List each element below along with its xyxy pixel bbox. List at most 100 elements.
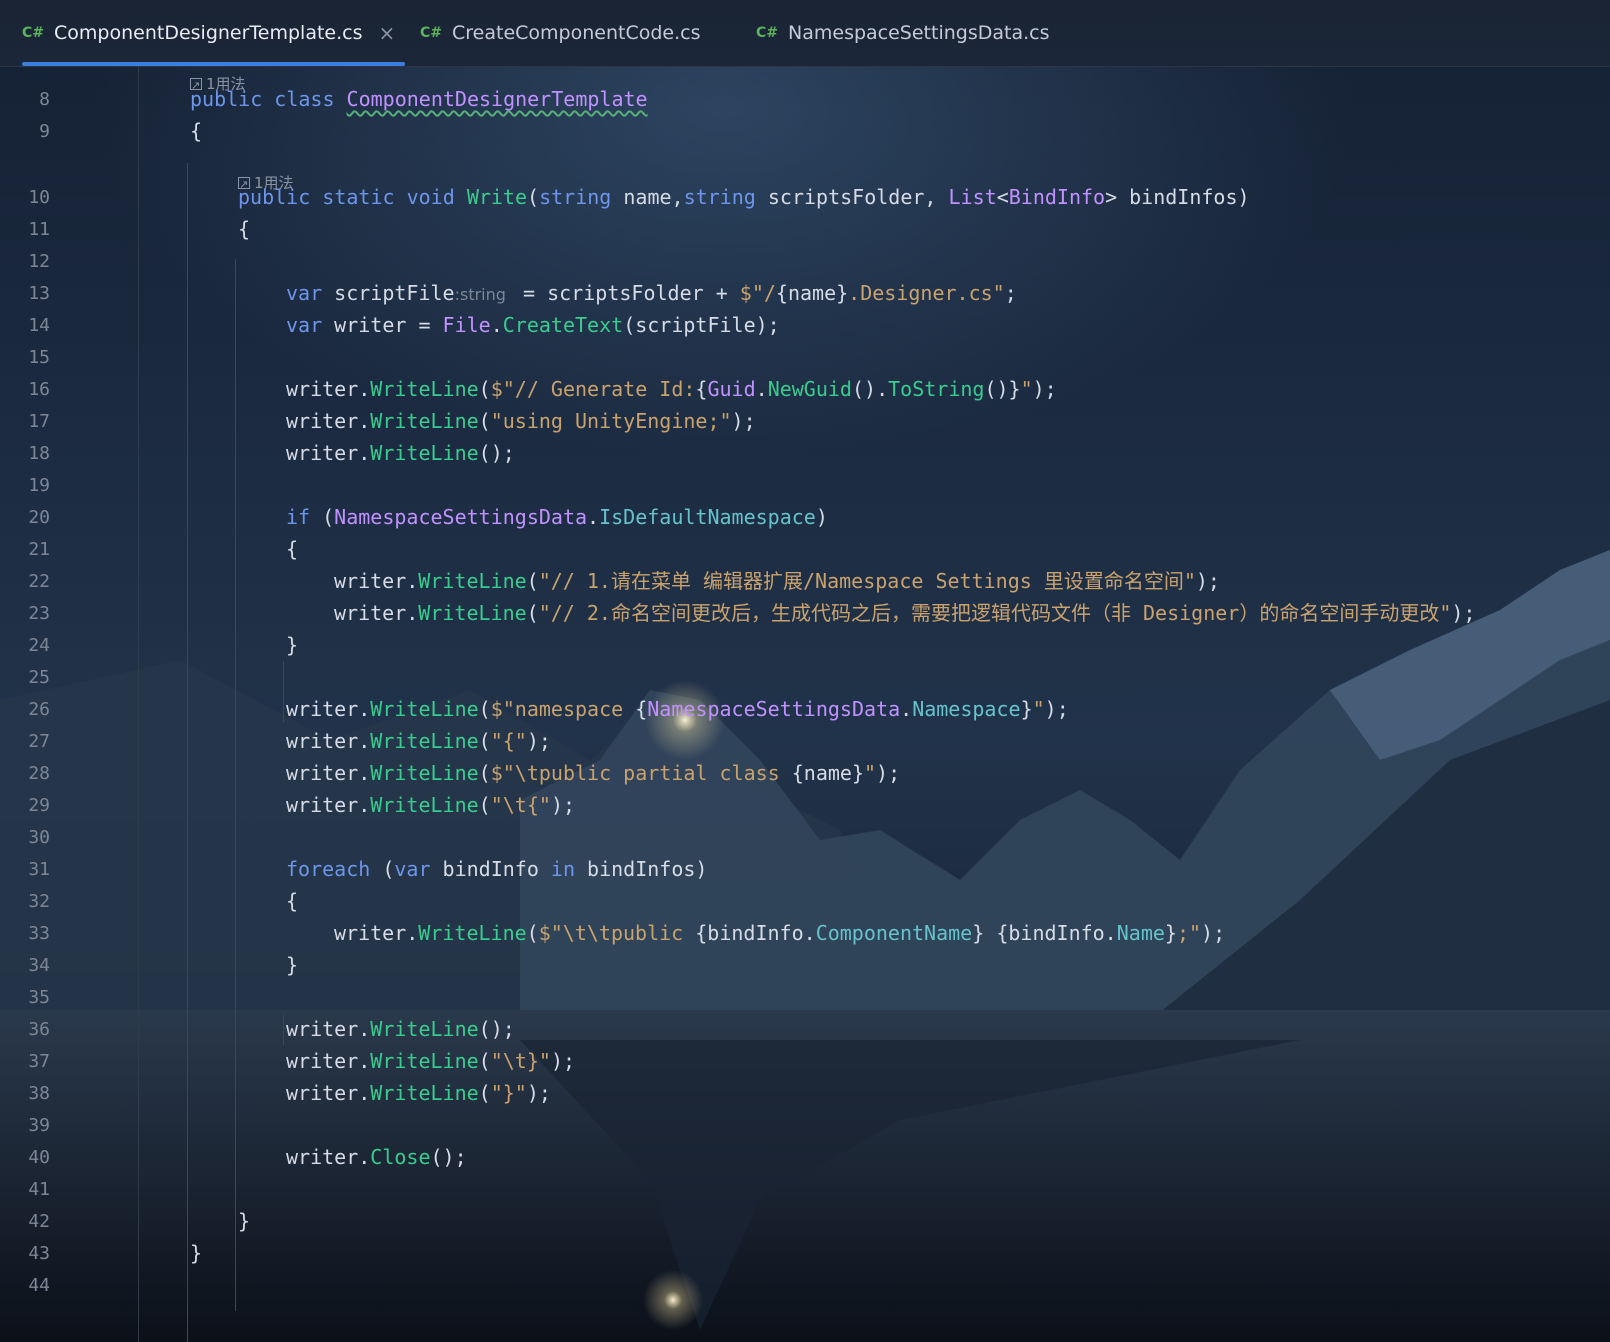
code-token: string	[683, 185, 768, 209]
code-token: (	[382, 857, 395, 881]
code-line[interactable]: }	[286, 629, 298, 662]
code-token: if	[286, 505, 323, 529]
line-number: 10	[28, 187, 50, 208]
code-token: );	[1201, 921, 1226, 945]
tab-label: CreateComponentCode.cs	[452, 22, 701, 44]
code-token: CreateText	[502, 313, 624, 337]
code-token: (	[478, 1081, 491, 1105]
code-token: $"// Generate Id:	[490, 377, 696, 401]
code-line[interactable]: writer.WriteLine("// 2.命名空间更改后，生成代码之后，需要…	[334, 597, 1475, 630]
code-token: string	[539, 185, 624, 209]
code-line[interactable]: {	[286, 533, 298, 566]
tab-component-designer-template[interactable]: C# ComponentDesignerTemplate.cs ×	[22, 0, 406, 66]
code-line[interactable]: }	[190, 1237, 202, 1270]
code-token: "\t{"	[490, 793, 551, 817]
code-token: (	[478, 409, 491, 433]
tab-label: ComponentDesignerTemplate.cs	[54, 22, 363, 44]
tab-create-component-code[interactable]: C# CreateComponentCode.cs	[420, 0, 700, 66]
tab-namespace-settings-data[interactable]: C# NamespaceSettingsData.cs	[756, 0, 1050, 66]
code-token: ComponentName	[815, 921, 973, 945]
line-number: 26	[28, 699, 50, 720]
line-number-gutter: 8 9 10 11 12 13 14 15 16 17 18 19 20 21 22 23 24 25 26 27 28…	[0, 66, 139, 1342]
code-line[interactable]: public class ComponentDesignerTemplate	[190, 83, 648, 116]
line-number: 24	[28, 635, 50, 656]
code-token: .Designer.cs"	[848, 281, 1005, 305]
line-number: 17	[28, 411, 50, 432]
code-token: ();	[478, 1017, 515, 1041]
line-number: 22	[28, 571, 50, 592]
code-token: WriteLine	[370, 441, 479, 465]
code-line[interactable]: writer.WriteLine("{");	[286, 725, 551, 758]
code-line[interactable]: writer.WriteLine($"\tpublic partial clas…	[286, 757, 900, 790]
code-token: } {bindInfo.	[972, 921, 1117, 945]
code-line[interactable]: writer.WriteLine($"// Generate Id:{Guid.…	[286, 373, 1057, 406]
code-token: scriptsFolder,	[767, 185, 949, 209]
code-line[interactable]: public static void Write(string name,str…	[238, 181, 1250, 214]
code-line[interactable]: }	[286, 949, 298, 982]
code-token: WriteLine	[370, 697, 479, 721]
code-token: }	[1020, 697, 1033, 721]
code-token: (	[527, 185, 540, 209]
code-token: bindInfo	[442, 857, 551, 881]
code-token: WriteLine	[418, 569, 527, 593]
code-token: var	[286, 281, 335, 305]
code-token: "// 2.命名空间更改后，生成代码之后，需要把逻辑代码文件（非 Designe…	[538, 601, 1452, 625]
line-number: 39	[28, 1115, 50, 1136]
line-number: 44	[28, 1275, 50, 1296]
line-number: 35	[28, 987, 50, 1008]
code-token: {name}	[775, 281, 849, 305]
code-editor[interactable]: 1用法 1用法 public class ComponentDesignerTe…	[138, 66, 1610, 1342]
code-line[interactable]: var writer = File.CreateText(scriptFile)…	[286, 309, 780, 342]
code-line[interactable]: writer.WriteLine();	[286, 437, 515, 470]
code-token: );	[1044, 697, 1069, 721]
code-line[interactable]: }	[238, 1205, 250, 1238]
code-line[interactable]: writer.WriteLine($"namespace {NamespaceS…	[286, 693, 1069, 726]
code-line[interactable]: var scriptFile:string = scriptsFolder + …	[286, 277, 1017, 310]
code-token: Close	[370, 1145, 431, 1169]
code-line[interactable]: writer.WriteLine($"\t\tpublic {bindInfo.…	[334, 917, 1225, 950]
code-token: {	[286, 889, 299, 913]
code-token: (	[478, 1049, 491, 1073]
code-token: "	[1020, 377, 1033, 401]
code-line[interactable]: writer.Close();	[286, 1141, 467, 1174]
code-line[interactable]: {	[286, 885, 298, 918]
code-token: }	[1164, 921, 1177, 945]
code-token: (	[322, 505, 335, 529]
code-token: );	[1451, 601, 1476, 625]
code-token: bindInfos)	[587, 857, 708, 881]
code-token: );	[731, 409, 756, 433]
code-token: NewGuid	[767, 377, 852, 401]
code-line[interactable]: if (NamespaceSettingsData.IsDefaultNames…	[286, 501, 828, 534]
code-line[interactable]: {	[190, 115, 202, 148]
code-token: );	[550, 1049, 576, 1073]
code-token: WriteLine	[370, 1049, 479, 1073]
code-token: > bindInfos)	[1105, 185, 1250, 209]
code-token: scriptFile	[334, 281, 455, 305]
close-icon[interactable]: ×	[379, 21, 396, 45]
indent-guide	[235, 259, 236, 1311]
line-number: 34	[28, 955, 50, 976]
code-line[interactable]: {	[238, 213, 250, 246]
line-number: 19	[28, 475, 50, 496]
code-token: <	[996, 185, 1009, 209]
code-line[interactable]: writer.WriteLine("using UnityEngine;");	[286, 405, 756, 438]
code-line[interactable]: writer.WriteLine("}");	[286, 1077, 551, 1110]
code-token: Namespace	[912, 697, 1021, 721]
code-line[interactable]: writer.WriteLine("\t}");	[286, 1045, 575, 1078]
code-token: "	[864, 761, 877, 785]
code-line[interactable]: foreach (var bindInfo in bindInfos)	[286, 853, 707, 886]
code-line[interactable]: writer.WriteLine();	[286, 1013, 515, 1046]
code-token: {	[635, 697, 648, 721]
code-token: public	[238, 185, 323, 209]
line-number: 8	[39, 89, 50, 110]
code-token: writer.	[286, 1145, 371, 1169]
code-token: }	[190, 1241, 203, 1265]
code-token: $"/	[739, 281, 776, 305]
code-token: writer.	[286, 1081, 371, 1105]
code-token: (	[478, 729, 491, 753]
ide-window: C# ComponentDesignerTemplate.cs × C# Cre…	[0, 0, 1610, 1342]
code-line[interactable]: writer.WriteLine("// 1.请在菜单 编辑器扩展/Namesp…	[334, 565, 1220, 598]
code-token: static	[322, 185, 407, 209]
code-line[interactable]: writer.WriteLine("\t{");	[286, 789, 575, 822]
code-token: ;"	[1176, 921, 1202, 945]
